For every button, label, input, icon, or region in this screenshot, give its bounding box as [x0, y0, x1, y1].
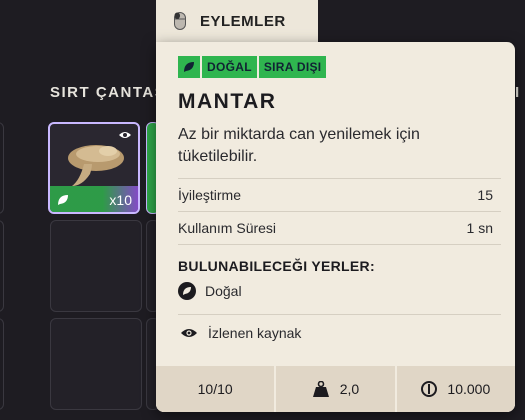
- eye-icon: [119, 132, 131, 138]
- backpack-title: SIRT ÇANTASI: [50, 84, 172, 101]
- stat-label: Kullanım Süresi: [178, 220, 277, 236]
- coin-icon: [421, 381, 438, 397]
- divider: [178, 244, 501, 245]
- stat-row-use-time: Kullanım Süresi 1 sn: [178, 211, 493, 245]
- stack-value: 10/10: [197, 381, 233, 397]
- stack-count: 10/10: [156, 366, 275, 412]
- tracked-label: İzlenen kaynak: [208, 325, 302, 341]
- source-label: Doğal: [205, 283, 242, 299]
- weight-value: 2,0: [339, 381, 360, 397]
- actions-tab[interactable]: EYLEMLER: [156, 0, 318, 42]
- tag-rarity: SIRA DIŞI: [258, 56, 327, 78]
- tab-label: EYLEMLER: [200, 12, 286, 30]
- stat-row-healing: İyileştirme 15: [178, 178, 493, 212]
- inventory-slot-edge[interactable]: [0, 318, 4, 410]
- stat-value: 1 sn: [466, 220, 493, 236]
- eye-icon: [181, 329, 197, 337]
- tag-list: DOĞAL SIRA DIŞI: [178, 56, 327, 78]
- leaf-icon: [184, 62, 194, 72]
- tracked-resource[interactable]: İzlenen kaynak: [180, 322, 301, 344]
- tooltip-footer: 10/10 2,0 10.000: [156, 366, 515, 412]
- sources-title: BULUNABILECEĞI YERLER:: [178, 258, 375, 274]
- stat-value: 15: [477, 187, 493, 203]
- inventory-slot[interactable]: [50, 220, 142, 312]
- price-value: 10.000: [447, 381, 491, 397]
- weight: 2,0: [276, 366, 395, 412]
- slot-quantity: x10: [109, 192, 132, 208]
- leaf-icon: [58, 195, 68, 205]
- weight-icon: [312, 381, 329, 397]
- inventory-slot-edge[interactable]: [0, 122, 4, 214]
- item-description: Az bir miktarda can yenilemek için tüket…: [178, 126, 420, 165]
- item-tooltip: DOĞAL SIRA DIŞI MANTAR Az bir miktarda c…: [156, 42, 515, 412]
- right-panel-label: I: [515, 84, 520, 101]
- stat-label: İyileştirme: [178, 187, 242, 203]
- tag-natural: DOĞAL: [202, 56, 257, 78]
- inventory-slot-edge[interactable]: [0, 220, 4, 312]
- mouse-icon: [174, 12, 186, 30]
- source-item: Doğal: [178, 280, 242, 302]
- inventory-slot[interactable]: [50, 318, 142, 410]
- divider: [178, 314, 501, 315]
- leaf-tag-icon: [178, 56, 200, 78]
- item-name: MANTAR: [178, 90, 277, 113]
- inventory-slot-mushroom[interactable]: x10: [48, 122, 140, 214]
- price: 10.000: [396, 366, 515, 412]
- leaf-circle-icon: [178, 282, 196, 300]
